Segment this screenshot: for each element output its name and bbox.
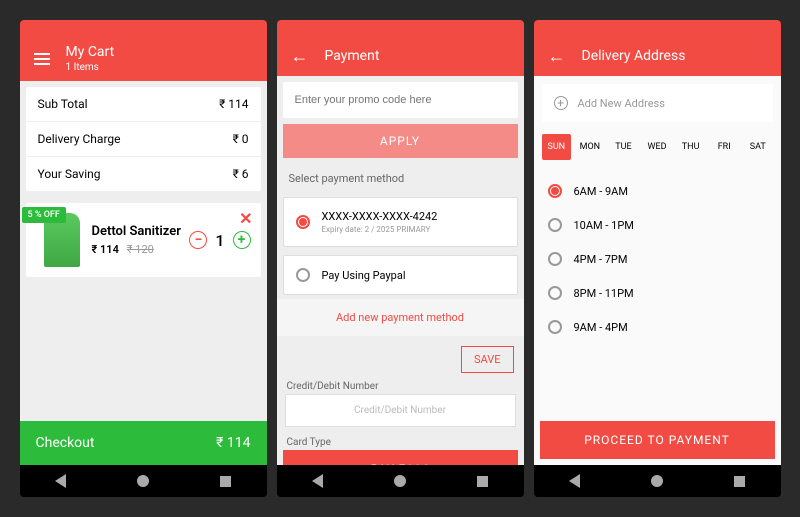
page-title: My Cart	[66, 44, 115, 60]
header: ← Payment	[277, 36, 524, 76]
checkout-button[interactable]: Checkout ₹ 114	[20, 421, 267, 465]
back-icon[interactable]: ←	[291, 46, 309, 67]
payment-method-paypal[interactable]: Pay Using Paypal	[283, 255, 518, 295]
day-tab[interactable]: SAT	[743, 134, 773, 160]
add-payment-link[interactable]: Add new payment method	[277, 299, 524, 336]
qty-plus-button[interactable]: +	[233, 231, 251, 249]
header: ← Delivery Address	[534, 36, 781, 76]
proceed-button[interactable]: PROCEED TO PAYMENT	[540, 421, 775, 459]
payment-method-card[interactable]: XXXX-XXXX-XXXX-4242 Expiry date: 2 / 202…	[283, 197, 518, 247]
day-tab[interactable]: MON	[575, 134, 605, 160]
product-price: ₹ 114	[92, 243, 119, 256]
radio-icon	[548, 218, 562, 232]
nav-recent-icon[interactable]	[220, 476, 231, 487]
credit-input[interactable]: Credit/Debit Number	[285, 394, 516, 427]
slot-option[interactable]: 4PM - 7PM	[548, 242, 767, 276]
slot-option[interactable]: 6AM - 9AM	[548, 174, 767, 208]
back-icon[interactable]: ←	[548, 46, 566, 67]
day-selector: SUN MON TUE WED THU FRI SAT	[534, 130, 781, 164]
delivery-screen: ← Delivery Address + Add New Address SUN…	[534, 20, 781, 497]
summary-value: ₹ 6	[233, 167, 249, 181]
radio-icon	[548, 286, 562, 300]
radio-selected-icon[interactable]	[296, 215, 310, 229]
cart-item: 5 % OFF ✕ Dettol Sanitizer ₹ 114 ₹ 120 −…	[26, 203, 261, 277]
summary-label: Delivery Charge	[38, 132, 121, 146]
day-tab[interactable]: WED	[642, 134, 672, 160]
nav-home-icon[interactable]	[651, 475, 663, 487]
time-slots: 6AM - 9AM 10AM - 1PM 4PM - 7PM 8PM - 11P…	[534, 164, 781, 354]
remove-icon[interactable]: ✕	[239, 209, 252, 228]
qty-value: 1	[215, 231, 224, 250]
plus-icon: +	[554, 96, 568, 110]
summary-label: Your Saving	[38, 167, 101, 181]
android-navbar	[534, 465, 781, 497]
field-label: Card Type	[277, 433, 524, 450]
slot-option[interactable]: 8PM - 11PM	[548, 276, 767, 310]
page-title: Delivery Address	[582, 48, 686, 64]
nav-back-icon[interactable]	[569, 474, 580, 488]
day-tab[interactable]: SUN	[542, 134, 572, 160]
summary-label: Sub Total	[38, 97, 88, 111]
header: My Cart 1 Items	[20, 36, 267, 81]
item-count: 1 Items	[66, 62, 115, 73]
day-tab[interactable]: TUE	[609, 134, 639, 160]
nav-home-icon[interactable]	[394, 475, 406, 487]
product-original-price: ₹ 120	[127, 243, 154, 256]
nav-back-icon[interactable]	[312, 474, 323, 488]
cart-screen: My Cart 1 Items Sub Total ₹ 114 Delivery …	[20, 20, 267, 497]
android-navbar	[277, 465, 524, 497]
section-label: Select payment method	[277, 164, 524, 193]
day-tab[interactable]: THU	[676, 134, 706, 160]
nav-back-icon[interactable]	[55, 474, 66, 488]
quantity-stepper: − 1 +	[189, 231, 250, 250]
discount-badge: 5 % OFF	[22, 207, 66, 223]
save-button[interactable]: SAVE	[461, 346, 514, 373]
promo-input[interactable]	[283, 82, 518, 118]
radio-icon	[548, 320, 562, 334]
status-bar	[20, 20, 267, 36]
status-bar	[277, 20, 524, 36]
day-tab[interactable]: FRI	[709, 134, 739, 160]
radio-icon[interactable]	[296, 268, 310, 282]
card-meta: Expiry date: 2 / 2025 PRIMARY	[322, 225, 438, 234]
pay-button[interactable]: PAY ₹114	[283, 450, 518, 465]
payment-screen: ← Payment APPLY Select payment method XX…	[277, 20, 524, 497]
android-navbar	[20, 465, 267, 497]
radio-selected-icon	[548, 184, 562, 198]
nav-recent-icon[interactable]	[477, 476, 488, 487]
slot-option[interactable]: 9AM - 4PM	[548, 310, 767, 344]
add-address-button[interactable]: + Add New Address	[542, 84, 773, 122]
radio-icon	[548, 252, 562, 266]
menu-icon[interactable]	[34, 53, 50, 65]
nav-home-icon[interactable]	[137, 475, 149, 487]
product-name: Dettol Sanitizer	[92, 224, 190, 239]
slot-option[interactable]: 10AM - 1PM	[548, 208, 767, 242]
apply-button[interactable]: APPLY	[283, 124, 518, 158]
status-bar	[534, 20, 781, 36]
nav-recent-icon[interactable]	[734, 476, 745, 487]
summary-value: ₹ 0	[233, 132, 249, 146]
card-number: XXXX-XXXX-XXXX-4242	[322, 210, 438, 223]
page-title: Payment	[325, 48, 380, 64]
paypal-label: Pay Using Paypal	[322, 269, 406, 282]
field-label: Credit/Debit Number	[277, 377, 524, 394]
summary-card: Sub Total ₹ 114 Delivery Charge ₹ 0 Your S…	[26, 87, 261, 191]
summary-value: ₹ 114	[219, 97, 248, 111]
qty-minus-button[interactable]: −	[189, 231, 207, 249]
